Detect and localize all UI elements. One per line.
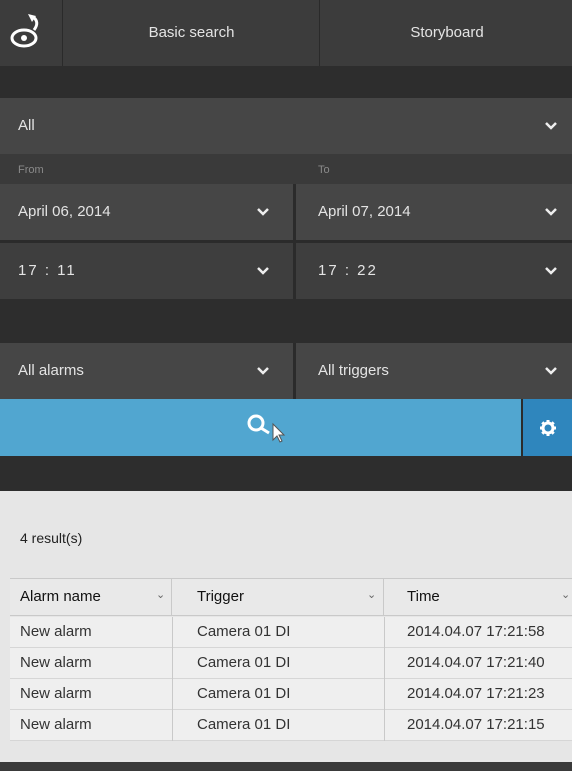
column-divider: [384, 710, 385, 741]
cell-trigger: Camera 01 DI: [197, 716, 291, 733]
tab-storyboard[interactable]: Storyboard: [322, 0, 572, 66]
triggers-filter-value: All triggers: [318, 362, 389, 379]
cell-alarm-name: New alarm: [20, 685, 92, 702]
cell-time: 2014.04.07 17:21:15: [407, 716, 545, 733]
from-time-select[interactable]: 17 : 11: [0, 243, 293, 299]
alarms-filter-value: All alarms: [18, 362, 84, 379]
sort-chevron-icon: ⌄: [367, 589, 377, 601]
from-label: From: [18, 164, 44, 176]
to-time-select[interactable]: 17 : 22: [296, 243, 572, 299]
cell-time: 2014.04.07 17:21:40: [407, 654, 545, 671]
gear-icon: [540, 420, 556, 436]
column-header-time[interactable]: Time ⌄: [385, 579, 572, 615]
from-time-value: 17 : 11: [18, 262, 77, 279]
chevron-down-icon: [255, 263, 271, 279]
from-date-select[interactable]: April 06, 2014: [0, 184, 293, 240]
to-date-value: April 07, 2014: [318, 203, 411, 220]
spacer: [0, 299, 572, 343]
search-cursor-icon: [247, 414, 286, 443]
column-divider: [384, 679, 385, 710]
back-arrow-icon: [10, 14, 39, 48]
triggers-filter-select[interactable]: All triggers: [296, 343, 572, 399]
table-row[interactable]: New alarm Camera 01 DI 2014.04.07 17:21:…: [10, 679, 572, 710]
column-divider: [172, 617, 173, 648]
results-count: 4 result(s): [20, 530, 83, 546]
back-button[interactable]: [0, 0, 63, 66]
tab-basic-search[interactable]: Basic search: [64, 0, 320, 66]
column-divider: [172, 648, 173, 679]
range-labels: From To: [0, 154, 572, 184]
to-label: To: [318, 164, 330, 176]
camera-select[interactable]: All: [0, 98, 572, 154]
to-date-select[interactable]: April 07, 2014: [296, 184, 572, 240]
column-divider: [172, 710, 173, 741]
results-table-header: Alarm name ⌄ Trigger ⌄ Time ⌄: [10, 578, 572, 616]
table-row[interactable]: New alarm Camera 01 DI 2014.04.07 17:21:…: [10, 617, 572, 648]
chevron-down-icon: [543, 363, 559, 379]
column-divider: [172, 679, 173, 710]
column-header-alarm-name[interactable]: Alarm name ⌄: [10, 579, 172, 615]
cell-alarm-name: New alarm: [20, 654, 92, 671]
cell-trigger: Camera 01 DI: [197, 685, 291, 702]
sort-chevron-icon: ⌄: [561, 589, 571, 601]
cell-time: 2014.04.07 17:21:23: [407, 685, 545, 702]
results-panel: 4 result(s) Alarm name ⌄ Trigger ⌄ Time …: [0, 491, 572, 771]
cell-alarm-name: New alarm: [20, 716, 92, 733]
chevron-down-icon: [543, 204, 559, 220]
camera-select-value: All: [18, 117, 35, 134]
cell-time: 2014.04.07 17:21:58: [407, 623, 545, 640]
column-divider: [384, 648, 385, 679]
from-date-value: April 06, 2014: [18, 203, 111, 220]
chevron-down-icon: [255, 363, 271, 379]
chevron-down-icon: [543, 118, 559, 134]
table-row[interactable]: New alarm Camera 01 DI 2014.04.07 17:21:…: [10, 648, 572, 679]
column-header-label: Alarm name: [20, 588, 101, 605]
top-bar: Basic search Storyboard: [0, 0, 572, 66]
sort-chevron-icon: ⌄: [156, 589, 166, 601]
cell-alarm-name: New alarm: [20, 623, 92, 640]
to-time-value: 17 : 22: [318, 262, 378, 279]
spacer: [0, 456, 572, 491]
bottom-edge: [0, 762, 572, 771]
search-settings-button[interactable]: [523, 399, 572, 456]
cell-trigger: Camera 01 DI: [197, 654, 291, 671]
chevron-down-icon: [543, 263, 559, 279]
cell-trigger: Camera 01 DI: [197, 623, 291, 640]
alarms-filter-select[interactable]: All alarms: [0, 343, 293, 399]
chevron-down-icon: [255, 204, 271, 220]
column-header-label: Time: [407, 588, 440, 605]
column-header-label: Trigger: [197, 588, 244, 605]
spacer: [0, 66, 572, 98]
column-header-trigger[interactable]: Trigger ⌄: [173, 579, 384, 615]
table-row[interactable]: New alarm Camera 01 DI 2014.04.07 17:21:…: [10, 710, 572, 741]
search-button[interactable]: [0, 399, 521, 456]
column-divider: [384, 617, 385, 648]
